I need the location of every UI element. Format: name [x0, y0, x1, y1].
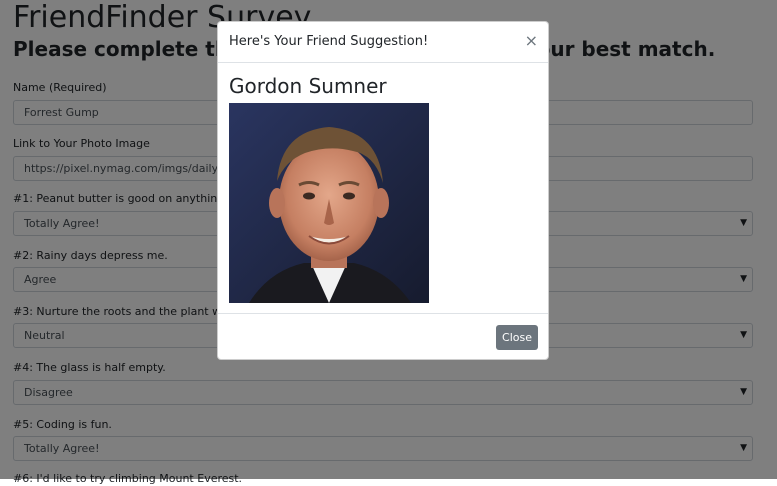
- modal-title: Here's Your Friend Suggestion!: [229, 34, 429, 49]
- modal-header: Here's Your Friend Suggestion! ×: [218, 22, 548, 63]
- friend-photo: [229, 103, 429, 303]
- close-button[interactable]: Close: [496, 325, 538, 350]
- close-icon[interactable]: ×: [525, 32, 538, 50]
- modal-footer: Close: [218, 313, 548, 359]
- friend-suggestion-modal: Here's Your Friend Suggestion! × Gordon …: [217, 21, 549, 360]
- friend-name: Gordon Sumner: [229, 74, 387, 98]
